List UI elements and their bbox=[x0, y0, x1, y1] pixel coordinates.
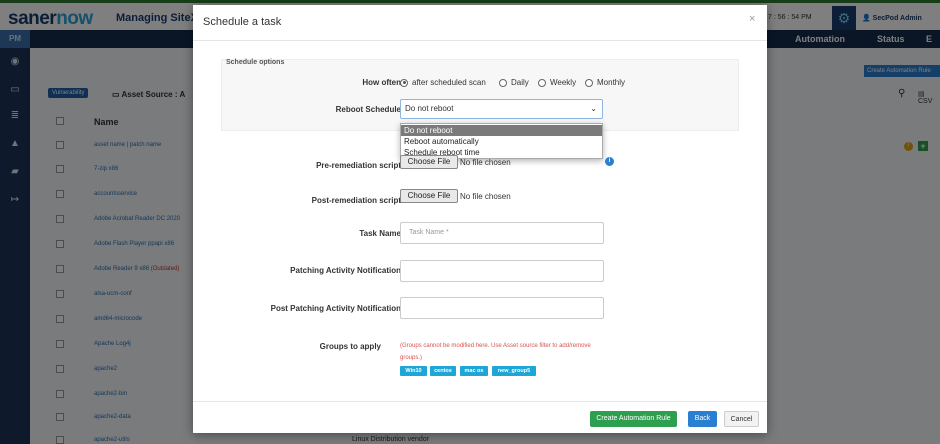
close-icon[interactable]: × bbox=[749, 13, 755, 25]
pre-remediation-file-status: No file chosen bbox=[460, 158, 511, 167]
schedule-task-modal: Schedule a task × Schedule options How o… bbox=[193, 5, 767, 433]
post-remediation-file-button[interactable]: Choose File bbox=[400, 189, 458, 203]
pre-remediation-label: Pre-remediation script bbox=[316, 161, 401, 170]
patching-notification-input[interactable] bbox=[400, 260, 604, 282]
radio-daily[interactable]: Daily bbox=[499, 78, 529, 87]
radio-monthly[interactable]: Monthly bbox=[585, 78, 625, 87]
post-remediation-label: Post-remediation script bbox=[311, 196, 401, 205]
pre-remediation-file-button[interactable]: Choose File bbox=[400, 155, 458, 169]
post-remediation-file-status: No file chosen bbox=[460, 192, 511, 201]
task-name-input[interactable]: Task Name * bbox=[400, 222, 604, 244]
post-patching-notification-label: Post Patching Activity Notification bbox=[270, 304, 401, 313]
modal-header: Schedule a task × bbox=[193, 5, 767, 41]
schedule-options-section: Schedule options bbox=[221, 59, 739, 131]
radio-after-scheduled-scan[interactable]: after scheduled scan bbox=[400, 78, 486, 87]
modal-footer bbox=[193, 401, 767, 433]
group-chip: new_group5 bbox=[492, 366, 536, 376]
schedule-options-legend: Schedule options bbox=[226, 59, 285, 66]
groups-note: (Groups cannot be modified here. Use Ass… bbox=[400, 343, 591, 361]
group-chip: Win10 bbox=[400, 366, 427, 376]
modal-title: Schedule a task bbox=[203, 16, 282, 28]
reboot-schedule-select[interactable]: Do not reboot ⌄ bbox=[400, 99, 603, 119]
reboot-schedule-dropdown: Do not reboot Reboot automatically Sched… bbox=[400, 123, 603, 159]
group-chip: centos bbox=[430, 366, 456, 376]
group-chip: mac os bbox=[460, 366, 488, 376]
radio-dot[interactable] bbox=[400, 78, 408, 87]
create-automation-rule-button[interactable]: Create Automation Rule bbox=[590, 411, 677, 427]
how-often-label: How often bbox=[362, 78, 401, 87]
back-button[interactable]: Back bbox=[688, 411, 717, 427]
reboot-schedule-label: Reboot Schedule bbox=[335, 105, 401, 114]
groups-to-apply-label: Groups to apply bbox=[319, 342, 381, 351]
radio-dot[interactable] bbox=[585, 78, 593, 87]
task-name-label: Task Name bbox=[359, 229, 401, 238]
info-icon[interactable]: i bbox=[605, 157, 614, 166]
radio-dot[interactable] bbox=[538, 78, 546, 87]
chevron-down-icon: ⌄ bbox=[590, 104, 597, 113]
radio-weekly[interactable]: Weekly bbox=[538, 78, 576, 87]
patching-notification-label: Patching Activity Notification bbox=[290, 266, 401, 275]
cancel-button[interactable]: Cancel bbox=[724, 411, 759, 427]
radio-dot[interactable] bbox=[499, 78, 507, 87]
post-patching-notification-input[interactable] bbox=[400, 297, 604, 319]
option-reboot-automatically[interactable]: Reboot automatically bbox=[401, 136, 602, 147]
option-do-not-reboot[interactable]: Do not reboot bbox=[401, 125, 602, 136]
